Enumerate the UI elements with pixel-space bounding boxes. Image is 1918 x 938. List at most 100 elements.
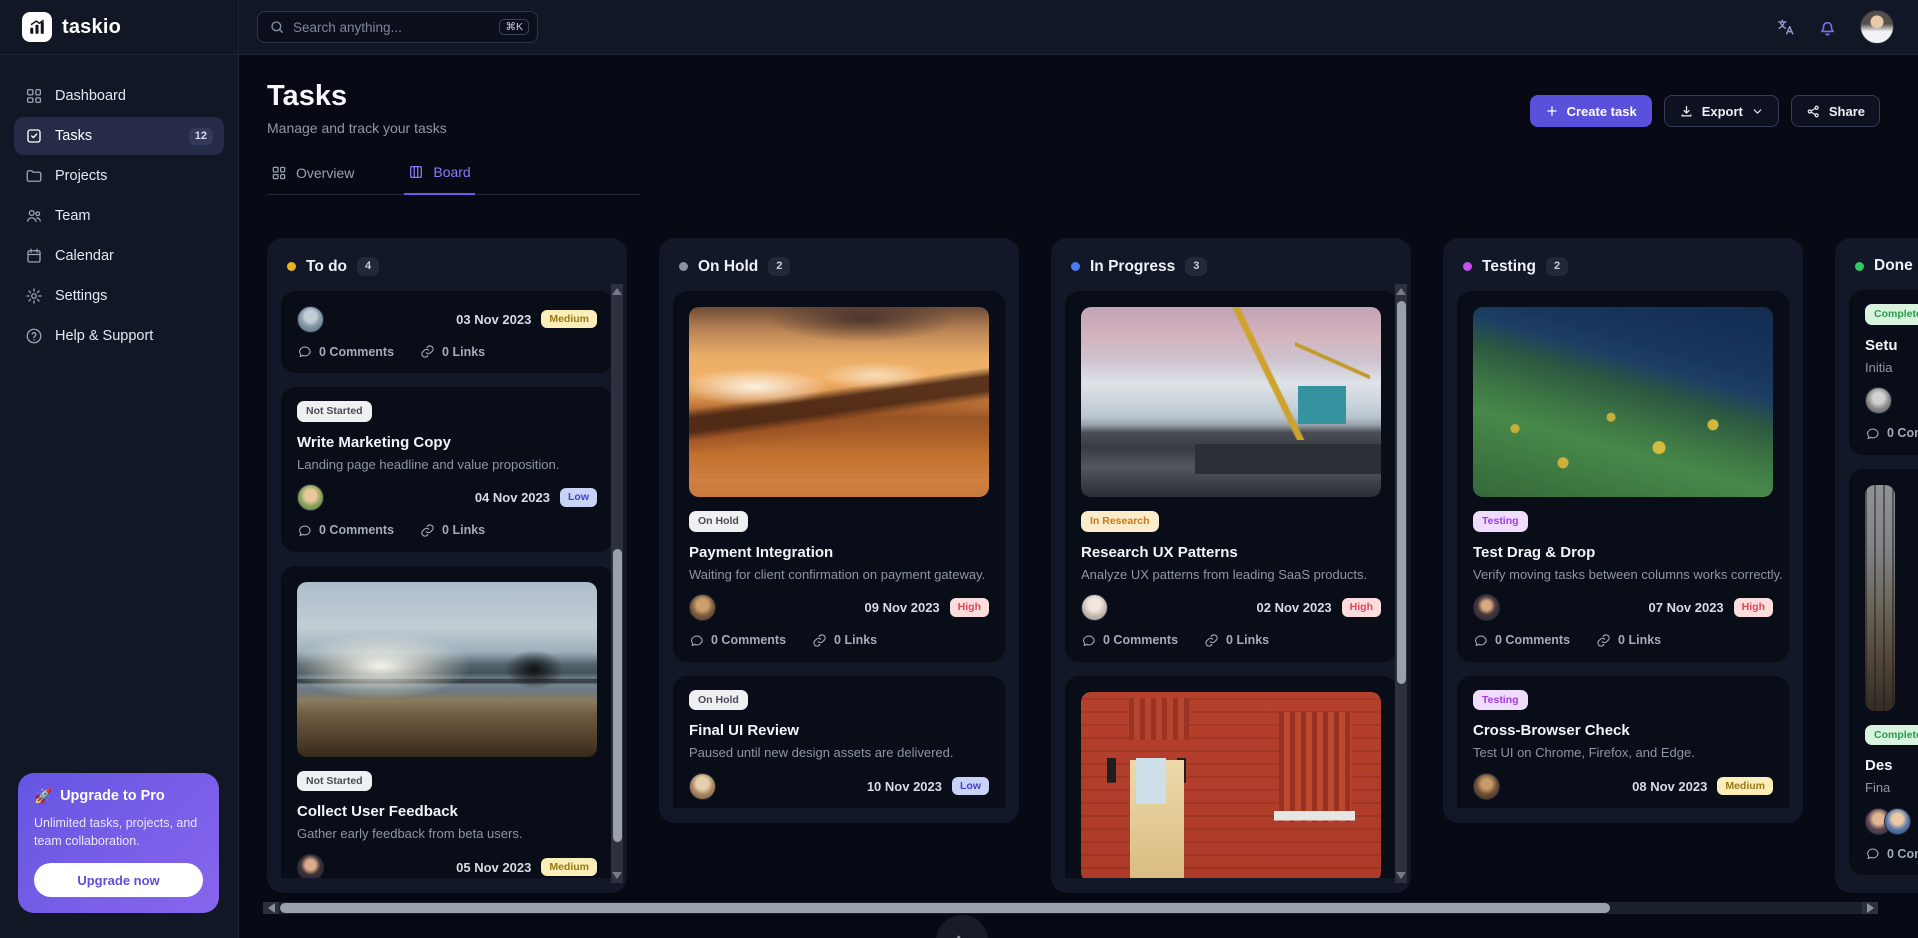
scroll-up-arrow[interactable] bbox=[612, 288, 622, 295]
share-button[interactable]: Share bbox=[1791, 95, 1880, 127]
comments-count: 0 Comments bbox=[689, 633, 786, 648]
assignee-avatar bbox=[297, 854, 324, 878]
task-card[interactable]: 03 Nov 2023Medium 0 Comments0 Links bbox=[281, 291, 613, 373]
tasks-check-icon bbox=[25, 127, 43, 145]
task-card[interactable]: In Progress bbox=[1065, 676, 1397, 878]
task-image-orange-mountain-sunset bbox=[689, 307, 989, 497]
tab-overview[interactable]: Overview bbox=[267, 160, 358, 194]
comments-count: 0 Comments bbox=[1473, 633, 1570, 648]
comments-count: 0 Comments bbox=[297, 523, 394, 538]
column-header: On Hold2 bbox=[673, 252, 1005, 291]
board-columns-icon bbox=[408, 164, 424, 180]
translate-icon[interactable] bbox=[1776, 18, 1795, 37]
task-description: Verify moving tasks between columns work… bbox=[1473, 567, 1773, 582]
upgrade-now-button[interactable]: Upgrade now bbox=[34, 863, 203, 897]
sidebar-item-dashboard[interactable]: Dashboard bbox=[14, 77, 224, 115]
folder-icon bbox=[25, 167, 43, 185]
scroll-left-arrow[interactable] bbox=[263, 902, 279, 914]
links-count: 0 Links bbox=[812, 633, 877, 648]
column-scroll-thumb[interactable] bbox=[1397, 301, 1406, 684]
sidebar-item-label: Calendar bbox=[55, 248, 114, 264]
sidebar-item-badge: 12 bbox=[189, 128, 213, 145]
task-card[interactable]: Not StartedCollect User FeedbackGather e… bbox=[281, 566, 613, 878]
export-button[interactable]: Export bbox=[1664, 95, 1779, 127]
task-footer: 0 Comments 0 Links bbox=[689, 633, 989, 648]
scroll-up-arrow[interactable] bbox=[1396, 288, 1406, 295]
create-task-button[interactable]: Create task bbox=[1530, 95, 1652, 127]
task-meta-row: 04 Nov 2023Low bbox=[297, 484, 597, 512]
column-status-dot bbox=[679, 262, 688, 271]
column-status-dot bbox=[1071, 262, 1080, 271]
taskio-logo-icon bbox=[22, 12, 52, 42]
status-badge: On Hold bbox=[689, 511, 748, 532]
help-circle-icon bbox=[25, 327, 43, 345]
priority-badge: High bbox=[1342, 598, 1381, 617]
sidebar-item-settings[interactable]: Settings bbox=[14, 277, 224, 315]
task-card[interactable]: CompletedDesFina0 Comments bbox=[1849, 469, 1918, 876]
comment-icon bbox=[689, 633, 704, 648]
sidebar: Dashboard Tasks 12 ProjectsTeam Calendar Sett… bbox=[0, 55, 239, 938]
column-header: In Progress3 bbox=[1065, 252, 1397, 291]
comments-count: 0 Comments bbox=[1081, 633, 1178, 648]
link-icon bbox=[812, 633, 827, 648]
priority-badge: Medium bbox=[1717, 777, 1773, 796]
task-card[interactable]: TestingTest Drag & DropVerify moving tas… bbox=[1457, 291, 1789, 662]
task-description: Waiting for client confirmation on payme… bbox=[689, 567, 989, 582]
bell-icon[interactable] bbox=[1817, 17, 1838, 38]
page-actions: Create task Export Share bbox=[1530, 95, 1880, 127]
task-description: Landing page headline and value proposit… bbox=[297, 457, 597, 472]
task-meta-row: 08 Nov 2023Medium bbox=[1473, 772, 1773, 800]
column-name: To do bbox=[306, 258, 347, 276]
sidebar-nav: Dashboard Tasks 12 ProjectsTeam Calendar Sett… bbox=[14, 77, 224, 355]
tab-board[interactable]: Board bbox=[404, 160, 474, 195]
sidebar-item-calendar[interactable]: Calendar bbox=[14, 237, 224, 275]
status-badge: Testing bbox=[1473, 690, 1528, 711]
sidebar-item-team[interactable]: Team bbox=[14, 197, 224, 235]
horizontal-scroll-thumb[interactable] bbox=[280, 903, 1610, 913]
brand-area: taskio bbox=[0, 0, 239, 54]
user-avatar[interactable] bbox=[1860, 10, 1894, 44]
task-card[interactable]: In ResearchResearch UX PatternsAnalyze U… bbox=[1065, 291, 1397, 662]
search-input[interactable] bbox=[293, 20, 491, 35]
chevron-down-icon bbox=[1751, 105, 1764, 118]
sidebar-item-help-support[interactable]: Help & Support bbox=[14, 317, 224, 355]
due-date: 09 Nov 2023 bbox=[865, 600, 940, 615]
comments-count: 0 Comments bbox=[297, 344, 394, 359]
task-card[interactable]: CompletedSetuInitia0 Comments bbox=[1849, 290, 1918, 455]
board-horizontal-scrollbar[interactable] bbox=[263, 902, 1878, 914]
task-title: Final UI Review bbox=[689, 722, 989, 739]
sidebar-item-tasks[interactable]: Tasks 12 bbox=[14, 117, 224, 155]
board-column-testing: Testing2TestingTest Drag & DropVerify mo… bbox=[1443, 238, 1803, 823]
task-footer: 0 Comments0 Links bbox=[1081, 633, 1381, 648]
sidebar-item-projects[interactable]: Projects bbox=[14, 157, 224, 195]
column-count-badge: 2 bbox=[768, 257, 790, 276]
column-cards: In ResearchResearch UX PatternsAnalyze U… bbox=[1065, 291, 1397, 878]
scroll-right-arrow[interactable] bbox=[1862, 902, 1878, 914]
task-footer: 0 Comments0 Links bbox=[297, 523, 597, 538]
column-cards: CompletedSetuInitia0 Comments CompletedDe… bbox=[1849, 290, 1918, 877]
scroll-down-arrow[interactable] bbox=[1396, 872, 1406, 879]
search-bar[interactable]: ⌘K bbox=[257, 11, 538, 43]
share-icon bbox=[1806, 104, 1821, 119]
task-card[interactable]: Not StartedWrite Marketing CopyLanding p… bbox=[281, 387, 613, 552]
overview-grid-icon bbox=[271, 165, 287, 181]
column-scrollbar[interactable] bbox=[611, 284, 623, 883]
status-badge: Testing bbox=[1473, 511, 1528, 532]
task-footer: 0 Comments0 Links bbox=[297, 344, 597, 359]
column-cards: 03 Nov 2023Medium0 Comments0 LinksNot St… bbox=[281, 291, 613, 878]
task-card[interactable]: TestingCross-Browser CheckTest UI on Chr… bbox=[1457, 676, 1789, 808]
comments-count: 0 Comments bbox=[1865, 426, 1918, 441]
link-icon bbox=[1596, 633, 1611, 648]
comment-icon bbox=[1081, 633, 1096, 648]
column-scrollbar[interactable] bbox=[1395, 284, 1407, 883]
task-card[interactable]: On HoldFinal UI ReviewPaused until new d… bbox=[673, 676, 1005, 808]
status-badge: In Research bbox=[1081, 511, 1159, 532]
links-count: 0 Links bbox=[1596, 633, 1661, 648]
task-card[interactable]: On HoldPayment IntegrationWaiting for cl… bbox=[673, 291, 1005, 662]
task-image-foggy-forest bbox=[1865, 485, 1895, 711]
column-scroll-thumb[interactable] bbox=[613, 549, 622, 842]
column-status-dot bbox=[1463, 262, 1472, 271]
task-meta-row: 03 Nov 2023Medium bbox=[297, 305, 597, 333]
scroll-down-arrow[interactable] bbox=[612, 872, 622, 879]
sidebar-item-label: Tasks bbox=[55, 128, 92, 144]
